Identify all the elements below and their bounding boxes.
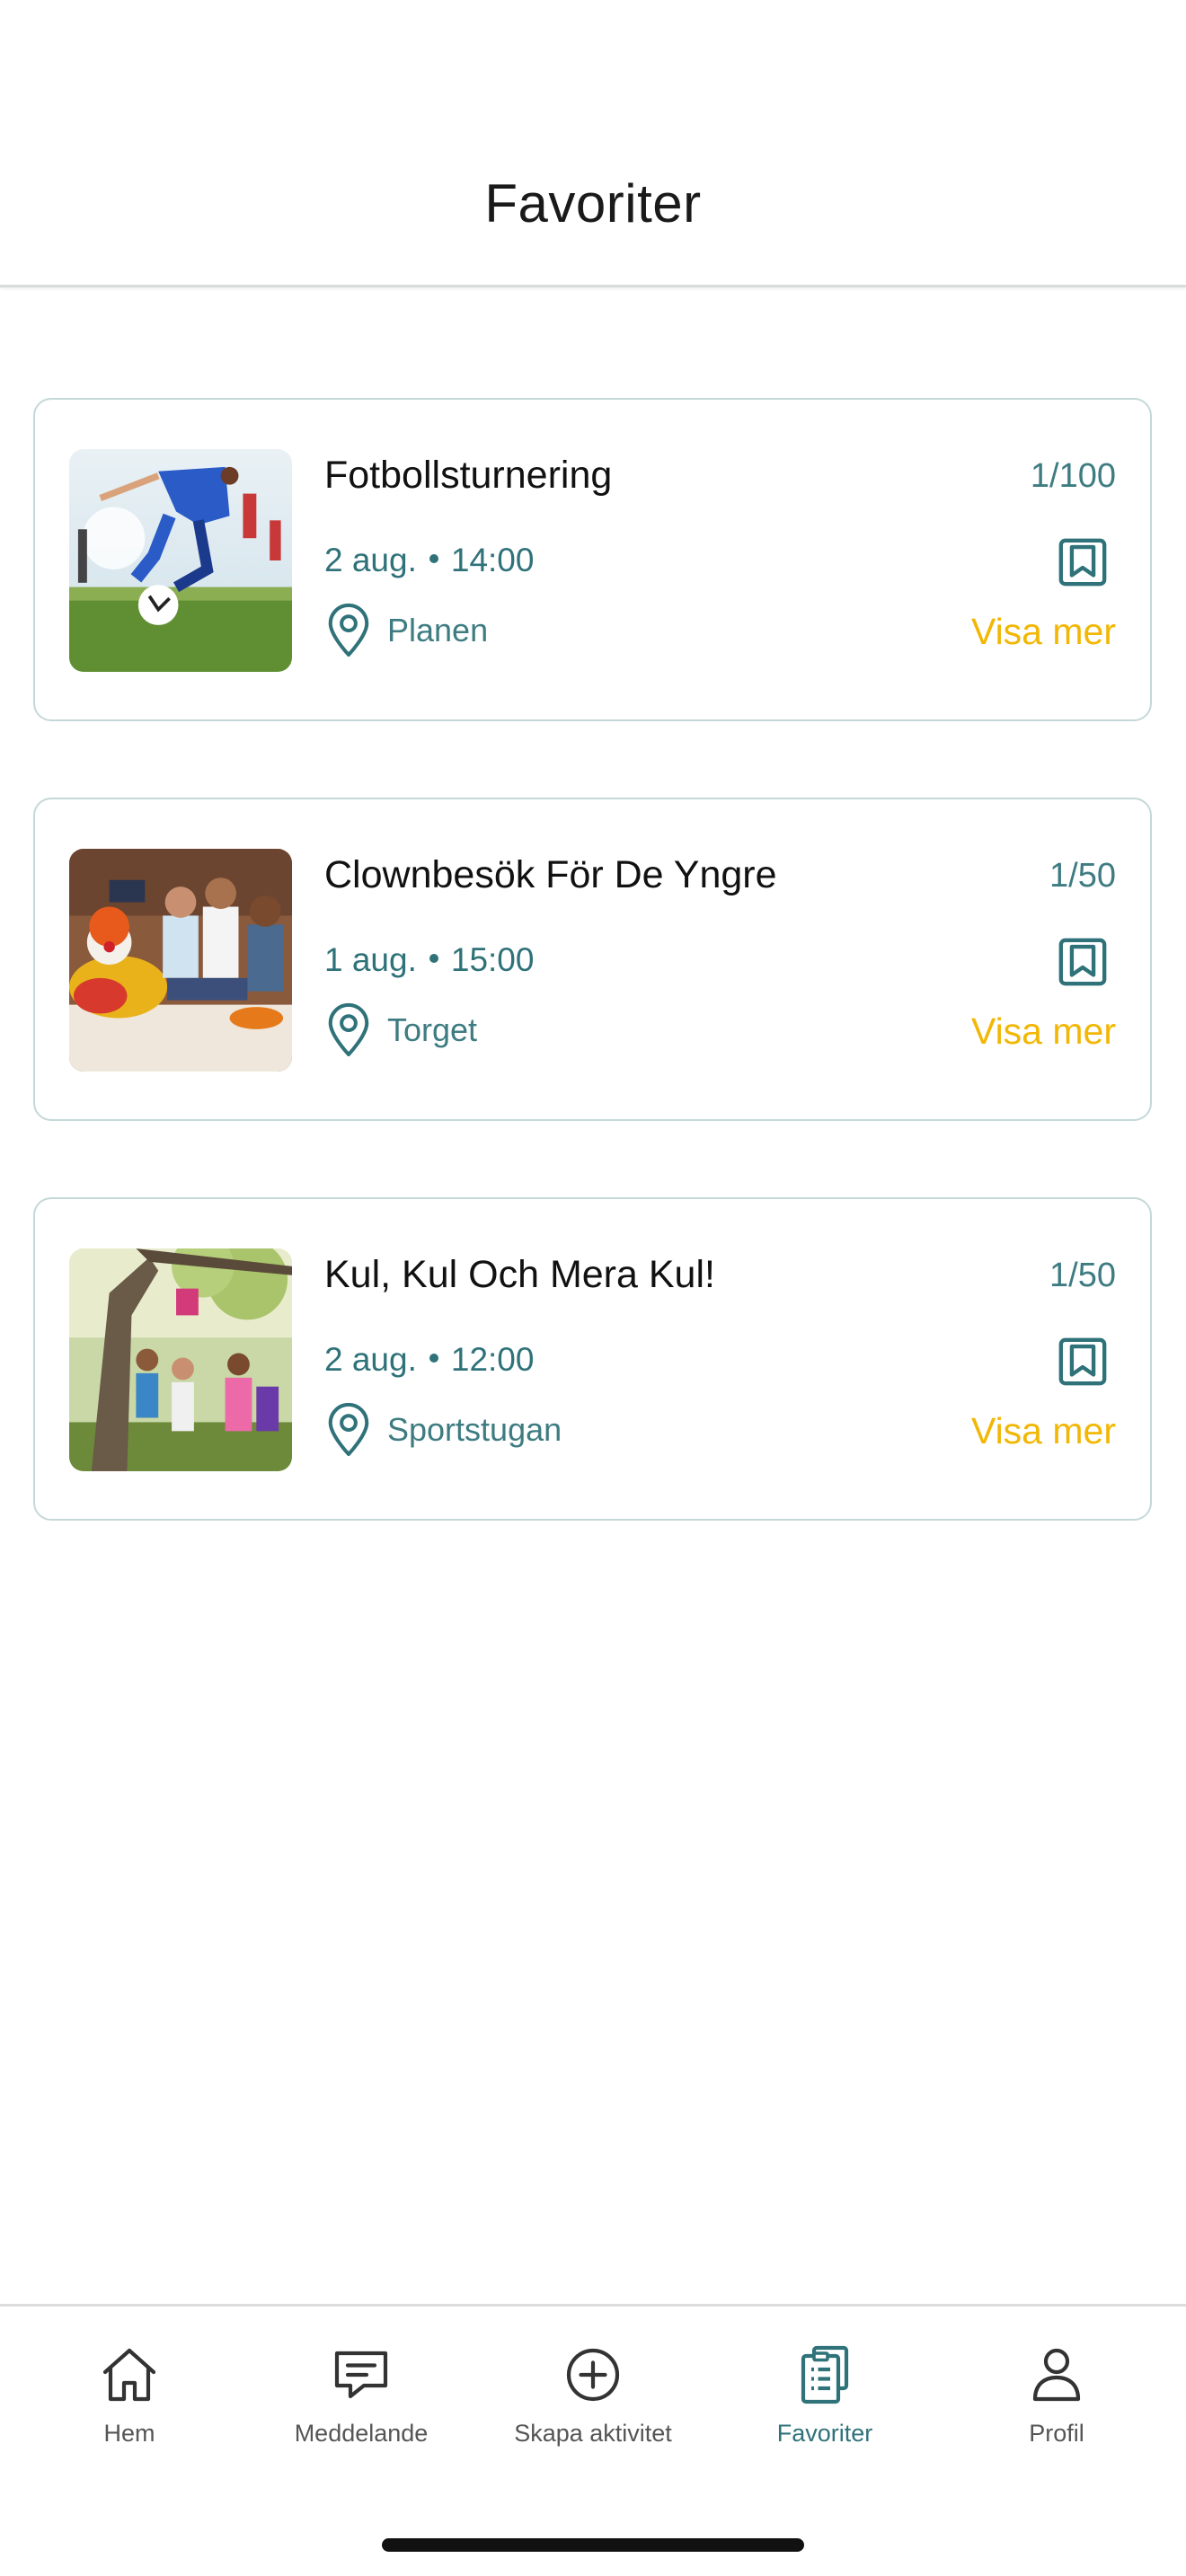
separator-dot (429, 1354, 438, 1363)
event-datetime: 1 aug. 15:00 (324, 941, 534, 979)
event-time: 14:00 (450, 542, 535, 578)
nav-item-favorites[interactable]: Favoriter (726, 2342, 924, 2448)
event-thumbnail (69, 1248, 292, 1471)
home-icon (102, 2348, 156, 2402)
event-title: Kul, Kul Och Mera Kul! (324, 1253, 715, 1296)
favorite-card-football[interactable]: Fotbollsturnering 1/100 2 aug. 14:00 Plan… (33, 398, 1152, 721)
participant-count: 1/50 (1049, 1257, 1116, 1294)
nav-label: Hem (103, 2420, 155, 2447)
bottom-navigation: Hem Meddelande Skapa aktivitet Favoriter… (0, 2304, 1186, 2576)
event-time: 15:00 (450, 941, 535, 978)
nav-item-messages[interactable]: Meddelande (262, 2342, 460, 2448)
message-icon (334, 2351, 388, 2399)
event-location: Sportstugan (324, 1398, 562, 1461)
favorites-screen: Favoriter Fotbollsturnering 1/100 2 aug.… (0, 0, 1186, 2576)
separator-dot (429, 954, 438, 964)
bookmark-icon[interactable] (1057, 1336, 1109, 1388)
bookmark-icon[interactable] (1057, 936, 1109, 988)
location-label: Planen (387, 612, 489, 648)
favorite-card-clown[interactable]: Clownbesök För De Yngre 1/50 1 aug. 15:00… (33, 798, 1152, 1121)
event-title: Clownbesök För De Yngre (324, 853, 777, 896)
home-indicator[interactable] (382, 2538, 804, 2552)
nav-label: Profil (1029, 2420, 1084, 2447)
location-pin-icon (328, 1402, 369, 1457)
event-date: 1 aug. (324, 941, 417, 978)
nav-item-home[interactable]: Hem (31, 2342, 228, 2448)
show-more-link[interactable]: Visa mer (971, 1410, 1116, 1452)
app-header: Favoriter (0, 0, 1186, 287)
participant-count: 1/50 (1049, 857, 1116, 895)
nav-label: Meddelande (294, 2420, 429, 2447)
event-datetime: 2 aug. 12:00 (324, 1341, 534, 1379)
nav-label: Skapa aktivitet (514, 2420, 672, 2447)
event-time: 12:00 (450, 1341, 535, 1378)
event-location: Torget (324, 999, 477, 1062)
location-label: Sportstugan (387, 1411, 562, 1448)
plus-circle-icon (566, 2348, 620, 2402)
location-label: Torget (387, 1011, 478, 1048)
separator-dot (429, 554, 438, 564)
user-icon (1032, 2348, 1081, 2402)
event-thumbnail (69, 849, 292, 1072)
page-title: Favoriter (484, 173, 702, 234)
clipboard-list-icon (801, 2345, 849, 2404)
show-more-link[interactable]: Visa mer (971, 611, 1116, 653)
favorite-card-fun[interactable]: Kul, Kul Och Mera Kul! 1/50 2 aug. 12:00 … (33, 1197, 1152, 1521)
event-date: 2 aug. (324, 542, 417, 578)
show-more-link[interactable]: Visa mer (971, 1010, 1116, 1053)
event-date: 2 aug. (324, 1341, 417, 1378)
location-pin-icon (328, 603, 369, 657)
nav-item-profile[interactable]: Profil (958, 2342, 1155, 2448)
nav-item-create-activity[interactable]: Skapa aktivitet (494, 2342, 692, 2448)
event-datetime: 2 aug. 14:00 (324, 542, 534, 579)
event-title: Fotbollsturnering (324, 454, 613, 497)
bookmark-icon[interactable] (1057, 536, 1109, 588)
participant-count: 1/100 (1030, 457, 1116, 495)
nav-label: Favoriter (776, 2420, 873, 2447)
location-pin-icon (328, 1002, 369, 1057)
event-location: Planen (324, 599, 488, 662)
event-thumbnail (69, 449, 292, 672)
